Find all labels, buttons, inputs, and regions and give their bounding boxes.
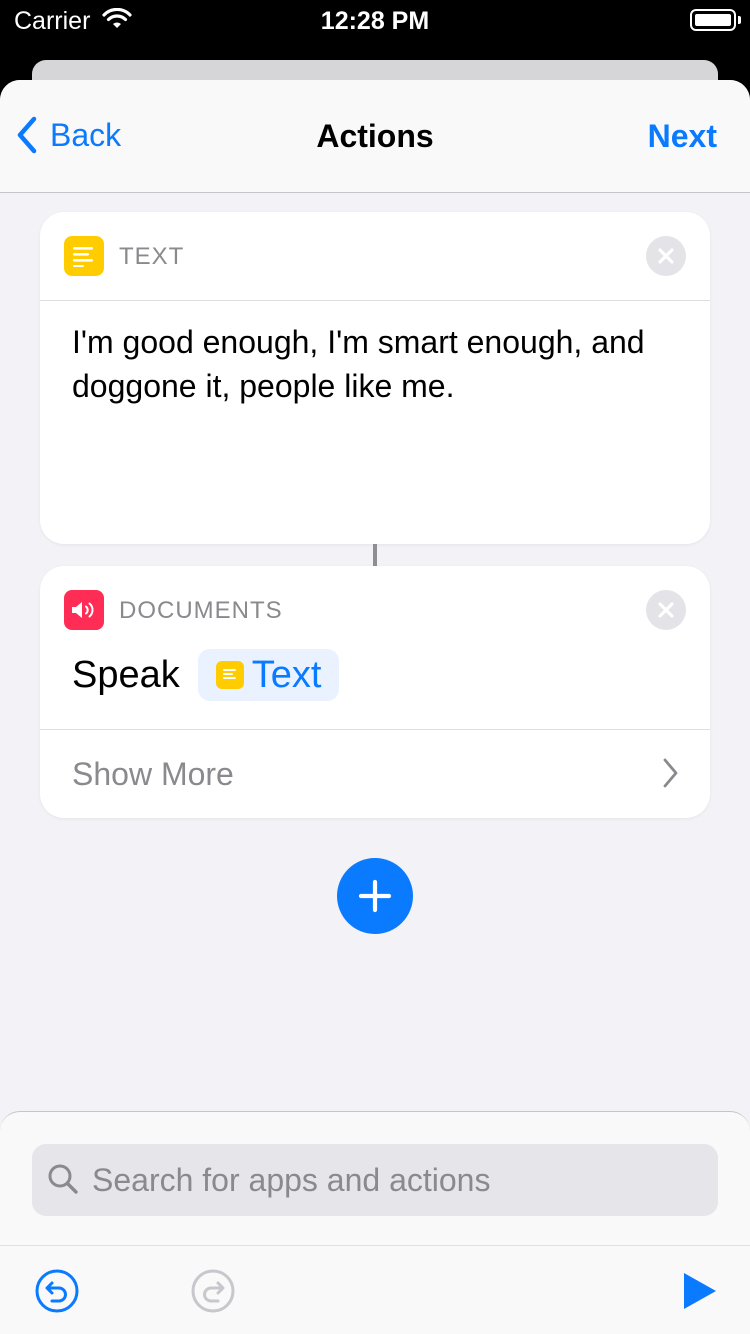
card-header: DOCUMENTS	[40, 566, 710, 654]
close-icon	[658, 602, 674, 618]
search-icon	[48, 1164, 78, 1194]
search-input[interactable]	[92, 1144, 692, 1216]
redo-button[interactable]	[190, 1268, 236, 1314]
remove-action-button[interactable]	[646, 590, 686, 630]
play-icon	[684, 1273, 716, 1309]
actions-sheet: Back Actions Next TEXT I'm good enough, …	[0, 80, 750, 1334]
undo-icon	[35, 1269, 79, 1313]
card-header: TEXT	[40, 212, 710, 300]
battery-tip	[738, 16, 741, 24]
undo-button[interactable]	[34, 1268, 80, 1314]
remove-action-button[interactable]	[646, 236, 686, 276]
action-verb: Speak	[72, 653, 180, 696]
redo-icon	[191, 1269, 235, 1313]
text-lines-icon	[215, 661, 244, 689]
text-lines-icon	[64, 236, 104, 276]
chevron-right-icon	[663, 758, 678, 788]
page-title: Actions	[316, 118, 434, 154]
show-more-button[interactable]: Show More	[40, 729, 710, 818]
navigation-bar: Back Actions Next	[0, 80, 750, 193]
status-bar: Carrier 12:28 PM	[0, 0, 750, 60]
editor-toolbar	[0, 1245, 750, 1334]
action-connector	[373, 544, 377, 566]
speak-parameter-row: Speak Text	[72, 648, 340, 702]
token-label: Text	[251, 653, 322, 696]
plus-icon	[358, 879, 392, 913]
search-panel	[0, 1111, 750, 1334]
battery-icon	[690, 9, 736, 31]
text-variable-token[interactable]: Text	[197, 649, 340, 701]
speaker-icon	[64, 590, 104, 630]
add-action-button[interactable]	[337, 858, 413, 934]
action-category: TEXT	[119, 243, 185, 270]
close-icon	[658, 248, 674, 264]
run-button[interactable]	[676, 1268, 722, 1314]
action-category: DOCUMENTS	[119, 597, 283, 624]
text-content-field[interactable]: I'm good enough, I'm smart enough, and d…	[72, 320, 672, 408]
show-more-label: Show More	[72, 756, 234, 792]
next-button[interactable]: Next	[648, 118, 717, 155]
divider	[40, 300, 710, 301]
text-action-card[interactable]: TEXT I'm good enough, I'm smart enough, …	[40, 212, 710, 544]
speak-action-card[interactable]: DOCUMENTS Speak Text Show More	[40, 566, 710, 818]
status-time: 12:28 PM	[320, 7, 430, 35]
search-field[interactable]	[32, 1144, 718, 1216]
